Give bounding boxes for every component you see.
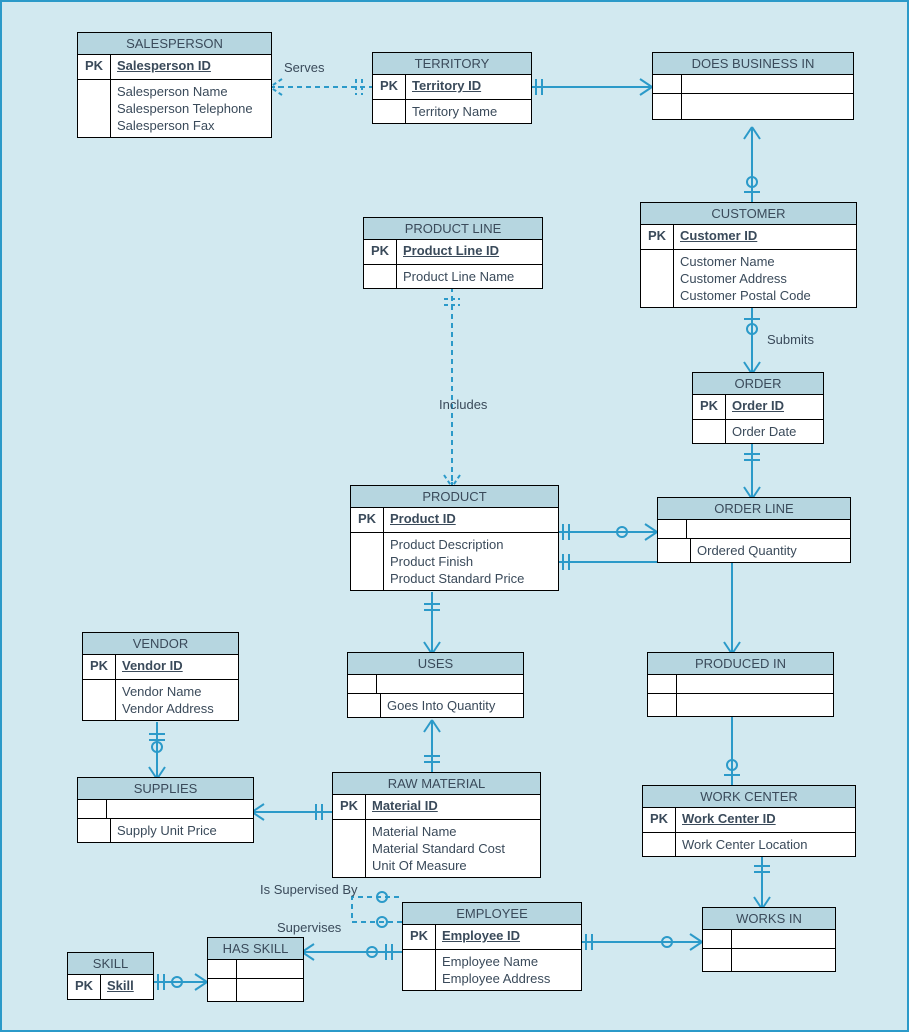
entity-producedin: PRODUCED IN xyxy=(647,652,834,717)
entity-skill: SKILL PKSkill xyxy=(67,952,154,1000)
entity-productline: PRODUCT LINE PKProduct Line ID Product L… xyxy=(363,217,543,289)
entity-customer: CUSTOMER PKCustomer ID Customer Name Cus… xyxy=(640,202,857,308)
entity-workcenter: WORK CENTER PKWork Center ID Work Center… xyxy=(642,785,856,857)
entity-worksin: WORKS IN xyxy=(702,907,836,972)
entity-supplies: SUPPLIES Supply Unit Price xyxy=(77,777,254,843)
rel-serves: Serves xyxy=(284,60,324,75)
entity-salesperson: SALESPERSON PKSalesperson ID Salesperson… xyxy=(77,32,272,138)
entity-employee: EMPLOYEE PKEmployee ID Employee Name Emp… xyxy=(402,902,582,991)
entity-uses: USES Goes Into Quantity xyxy=(347,652,524,718)
entity-vendor: VENDOR PKVendor ID Vendor Name Vendor Ad… xyxy=(82,632,239,721)
rel-issupervised: Is Supervised By xyxy=(260,882,358,897)
entity-doesbusiness: DOES BUSINESS IN xyxy=(652,52,854,120)
er-diagram-canvas: Serves Includes Submits Supervises Is Su… xyxy=(0,0,909,1032)
rel-supervises: Supervises xyxy=(277,920,341,935)
rel-includes: Includes xyxy=(439,397,487,412)
entity-title: SALESPERSON xyxy=(78,33,271,55)
entity-order: ORDER PKOrder ID Order Date xyxy=(692,372,824,444)
entity-hasskill: HAS SKILL xyxy=(207,937,304,1002)
rel-submits: Submits xyxy=(767,332,814,347)
entity-product: PRODUCT PKProduct ID Product Description… xyxy=(350,485,559,591)
entity-rawmaterial: RAW MATERIAL PKMaterial ID Material Name… xyxy=(332,772,541,878)
entity-orderline: ORDER LINE Ordered Quantity xyxy=(657,497,851,563)
entity-territory: TERRITORY PKTerritory ID Territory Name xyxy=(372,52,532,124)
